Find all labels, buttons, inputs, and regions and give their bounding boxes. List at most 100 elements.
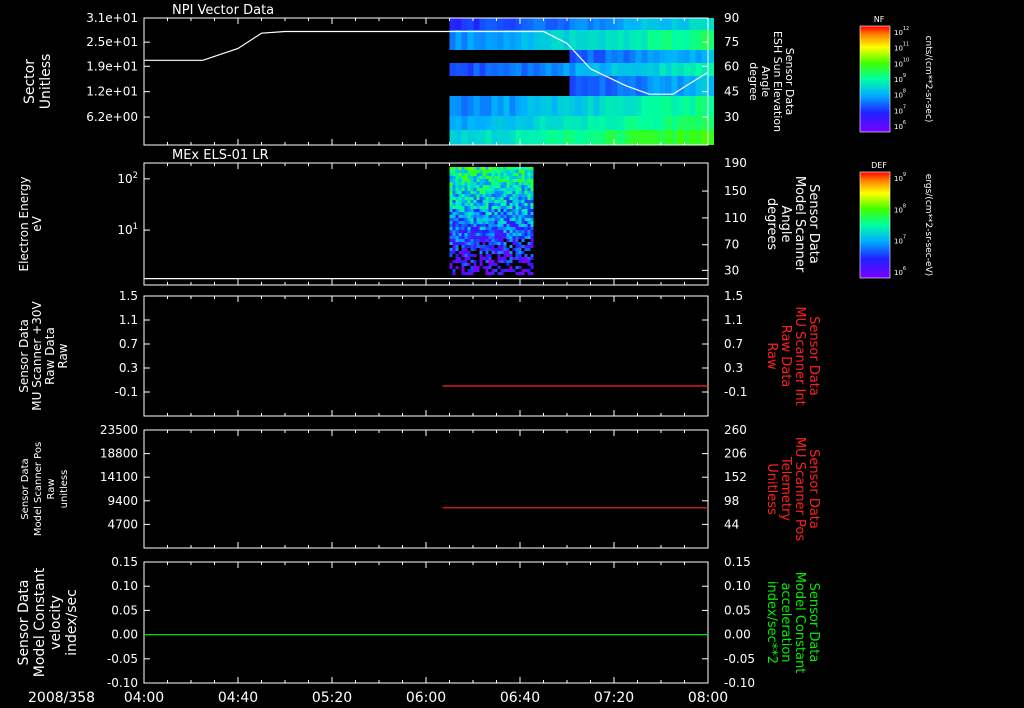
els-heat-cell <box>509 221 513 224</box>
els-heat-cell <box>452 185 456 188</box>
els-heat-cell <box>518 200 522 203</box>
els-heat-cell <box>452 251 456 254</box>
els-heat-cell <box>461 197 465 200</box>
els-heat-cell <box>524 233 528 236</box>
els-heat-cell <box>455 236 459 239</box>
els-heat-cell <box>491 251 495 254</box>
npi-heat-cell <box>557 96 564 116</box>
els-heat-cell <box>491 215 495 218</box>
els-heat-cell <box>524 254 528 257</box>
els-heat-cell <box>524 179 528 182</box>
els-heat-cell <box>500 182 504 185</box>
npi-heat-cell <box>539 18 546 30</box>
els-heat-cell <box>458 230 462 233</box>
els-heat-cell <box>527 176 531 179</box>
els-heat-cell <box>512 236 516 239</box>
els-heat-cell <box>530 239 534 242</box>
npi-heat-cell <box>677 30 684 50</box>
els-heat-cell <box>458 191 462 194</box>
els-heat-cell <box>455 266 459 269</box>
els-heat-cell <box>503 167 507 170</box>
els-heat-cell <box>515 194 519 197</box>
els-heat-cell <box>485 173 489 176</box>
y-tick-label: 1.9e+01 <box>86 59 138 73</box>
els-heat-cell <box>467 209 471 212</box>
colorbar-tick-label: 1011 <box>894 42 909 53</box>
els-heat-cell <box>455 179 459 182</box>
els-heat-cell <box>452 239 456 242</box>
npi-heat-cell <box>647 116 654 130</box>
npi-heat-cell <box>581 116 588 130</box>
npi-heat-cell <box>695 116 702 130</box>
els-heat-cell <box>494 224 498 227</box>
npi-heat-cell <box>641 96 648 116</box>
y2-tick-label: 152 <box>724 470 747 484</box>
els-heat-cell <box>518 212 522 215</box>
els-heat-cell <box>488 191 492 194</box>
els-heat-cell <box>506 173 510 176</box>
npi-heat-cell <box>533 30 540 50</box>
npi-heat-cell <box>623 50 630 63</box>
els-heat-cell <box>518 173 522 176</box>
npi-heat-cell <box>449 18 456 30</box>
els-heat-cell <box>464 179 468 182</box>
els-heat-cell <box>461 266 465 269</box>
npi-heat-cell <box>575 30 582 50</box>
els-heat-cell <box>458 236 462 239</box>
npi-heat-cell <box>467 96 474 116</box>
colorbar-tick-label: 108 <box>894 89 906 100</box>
npi-heat-cell <box>653 130 660 145</box>
els-heat-cell <box>473 263 477 266</box>
els-heat-cell <box>449 254 453 257</box>
els-heat-cell <box>473 266 477 269</box>
els-heat-cell <box>524 227 528 230</box>
els-heat-cell <box>509 179 513 182</box>
els-heat-cell <box>530 215 534 218</box>
npi-heat-cell <box>527 30 534 50</box>
els-heat-cell <box>455 254 459 257</box>
els-heat-cell <box>500 188 504 191</box>
els-heat-cell <box>485 269 489 272</box>
els-heat-cell <box>449 215 453 218</box>
els-heat-cell <box>467 269 471 272</box>
els-heat-cell <box>503 254 507 257</box>
els-heat-cell <box>452 173 456 176</box>
els-heat-cell <box>470 170 474 173</box>
els-heat-cell <box>503 176 507 179</box>
els-heat-cell <box>518 251 522 254</box>
npi-heat-cell <box>491 130 498 145</box>
els-heat-cell <box>470 239 474 242</box>
els-heat-cell <box>503 179 507 182</box>
els-heat-cell <box>500 206 504 209</box>
els-heat-cell <box>455 191 459 194</box>
npi-heat-cell <box>647 63 654 76</box>
els-heat-cell <box>515 221 519 224</box>
npi-heat-cell <box>641 18 648 30</box>
els-heat-cell <box>524 191 528 194</box>
els-heat-cell <box>452 218 456 221</box>
els-heat-cell <box>515 206 519 209</box>
npi-heat-cell <box>689 76 696 96</box>
els-heat-cell <box>524 269 528 272</box>
els-heat-cell <box>497 224 501 227</box>
els-heat-cell <box>470 191 474 194</box>
els-heat-cell <box>455 176 459 179</box>
y-axis-label: Sensor Data <box>20 458 31 519</box>
npi-heat-cell <box>689 50 696 63</box>
y2-axis-label: Sensor Data <box>806 583 821 663</box>
els-heat-cell <box>485 233 489 236</box>
els-heat-cell <box>530 263 534 266</box>
els-heat-cell <box>470 185 474 188</box>
colorbar-label: NF <box>874 15 885 24</box>
npi-heat-cell <box>629 116 636 130</box>
els-heat-cell <box>506 188 510 191</box>
els-heat-cell <box>503 200 507 203</box>
els-heat-cell <box>449 170 453 173</box>
els-heat-cell <box>455 170 459 173</box>
npi-heat-cell <box>497 18 504 30</box>
els-heat-cell <box>467 272 471 275</box>
els-heat-cell <box>527 260 531 263</box>
els-heat-cell <box>512 218 516 221</box>
y-tick-label: -0.10 <box>107 676 138 690</box>
els-heat-cell <box>530 206 534 209</box>
